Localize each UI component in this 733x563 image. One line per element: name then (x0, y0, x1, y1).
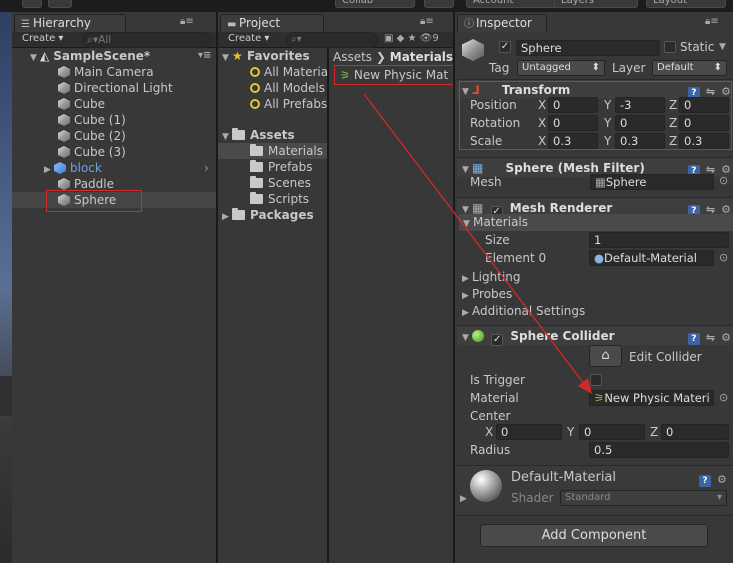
arrow-head-icon (578, 378, 592, 394)
drag-arrow-annotation (363, 93, 592, 394)
arrow-line (363, 93, 586, 386)
